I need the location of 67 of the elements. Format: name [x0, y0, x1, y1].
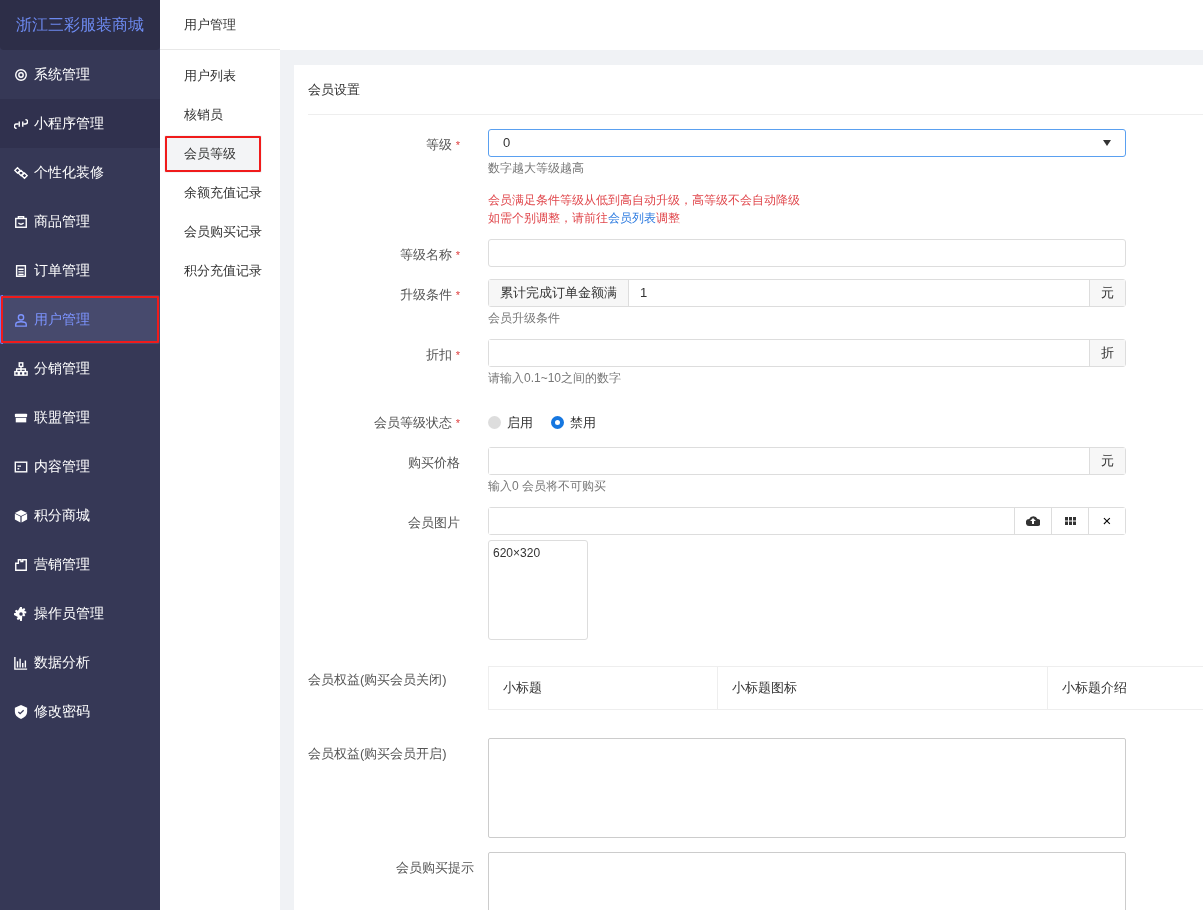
sidebar-item[interactable]: 积分商城 — [0, 491, 160, 540]
field-label: 会员等级状态 — [373, 415, 452, 430]
submenu-item[interactable]: 会员等级 — [164, 135, 262, 173]
table-header: 小标题图标 — [718, 666, 1048, 709]
submenu-item[interactable]: 余额充值记录 — [160, 174, 280, 212]
settings-icon — [14, 606, 28, 621]
sidebar-item[interactable]: 内容管理 — [0, 442, 160, 491]
clipboard-icon — [14, 263, 28, 278]
sidebar-item[interactable]: 商品管理 — [0, 197, 160, 246]
sidebar-item[interactable]: 个性化装修 — [0, 148, 160, 197]
submenu-item[interactable]: 用户列表 — [160, 57, 280, 95]
field-label: 升级条件 — [399, 287, 452, 302]
image-preview: 620×320 — [488, 539, 588, 640]
diamond-shapes-icon — [14, 165, 28, 180]
sidebar-item[interactable]: 修改密码 — [0, 687, 160, 736]
level-select[interactable]: 0 — [488, 129, 1126, 157]
bag-icon — [14, 214, 28, 229]
text-input-field[interactable] — [488, 239, 1126, 267]
puzzle-icon — [14, 557, 28, 572]
window-icon — [14, 459, 28, 474]
sidebar-item[interactable]: 数据分析 — [0, 638, 160, 687]
field-label: 等级名称 — [399, 247, 452, 262]
help-text: 数字越大等级越高 — [488, 160, 585, 177]
required-mark: * — [455, 289, 460, 301]
user-icon — [14, 312, 28, 327]
sidebar-item[interactable]: 操作员管理 — [0, 589, 160, 638]
bar-chart-icon — [14, 655, 28, 670]
field-label: 折扣 — [425, 347, 452, 362]
required-mark: * — [455, 417, 460, 429]
submenu-item[interactable]: 积分充值记录 — [160, 252, 280, 290]
caret-icon — [1103, 140, 1111, 146]
textarea-field[interactable] — [488, 737, 1126, 838]
submenu-item[interactable]: 核销员 — [160, 96, 280, 134]
help-text: 会员升级条件 — [488, 310, 561, 327]
table-header: 小标题 — [489, 666, 719, 709]
field-label: 会员购买提示 — [396, 859, 474, 875]
field-label: 购买价格 — [408, 454, 460, 470]
sidebar-item[interactable]: 小程序管理 — [0, 99, 160, 148]
field-label: 会员图片 — [408, 514, 460, 530]
field-label: 会员权益(购买会员关闭) — [308, 671, 447, 687]
brand-title: 浙江三彩服装商城 — [0, 0, 160, 50]
notice-text: 如需个别调整，请前往会员列表调整 — [488, 210, 681, 227]
required-mark: * — [455, 139, 460, 151]
notice-text: 会员满足条件等级从低到高自动升级，高等级不会自动降级 — [488, 192, 801, 209]
table-header: 小标题介绍 — [1047, 666, 1203, 709]
shield-check-icon — [14, 704, 28, 719]
member-list-link[interactable]: 会员列表 — [608, 211, 656, 225]
gear-icon — [14, 67, 28, 82]
radio-option[interactable]: 启用 — [488, 413, 533, 433]
field-label: 会员权益(购买会员开启) — [308, 745, 447, 761]
hierarchy-icon — [14, 361, 28, 376]
help-text: 请输入0.1~10之间的数字 — [488, 370, 623, 387]
sidebar-item[interactable]: 联盟管理 — [0, 393, 160, 442]
field-label: 等级 — [425, 137, 452, 152]
required-mark: * — [455, 249, 460, 261]
link-icon — [14, 116, 28, 131]
radio-option[interactable]: 禁用 — [551, 413, 596, 433]
help-text: 输入0 会员将不可购买 — [488, 477, 607, 495]
sidebar-item[interactable]: 系统管理 — [0, 50, 160, 99]
sidebar-item[interactable]: 订单管理 — [0, 246, 160, 295]
submenu-title: 用户管理 — [184, 15, 236, 34]
cube-icon — [14, 508, 28, 523]
form-title: 会员设置 — [308, 80, 360, 99]
sidebar-item[interactable]: 营销管理 — [0, 540, 160, 589]
required-mark: * — [455, 349, 460, 361]
submenu-item[interactable]: 会员购买记录 — [160, 213, 280, 251]
sidebar-item[interactable]: 分销管理 — [0, 344, 160, 393]
